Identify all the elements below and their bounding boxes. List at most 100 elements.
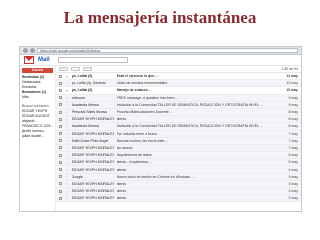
email-sender: EDGAR YEXPH MORALES S [71, 131, 114, 136]
star-icon[interactable]: ☆ [65, 181, 69, 186]
row-checkbox[interactable] [59, 96, 62, 100]
row-checkbox[interactable] [59, 168, 62, 172]
row-checkbox[interactable] [59, 132, 62, 136]
email-date: 9 may [288, 95, 298, 100]
row-checkbox[interactable] [59, 196, 62, 200]
email-subject: Video de sonidos instrumentales [116, 81, 168, 86]
email-subject: atento [116, 181, 127, 186]
email-subject: Nuevo inicio de sesión en Chrome en Wind… [116, 174, 194, 179]
row-checkbox[interactable] [59, 189, 62, 193]
row-checkbox[interactable] [59, 153, 62, 157]
gmail-logo-icon [24, 56, 34, 64]
row-checkbox[interactable] [59, 124, 62, 128]
search-input[interactable] [57, 57, 128, 63]
email-sender: Google [71, 174, 83, 179]
email-date: 2 may [288, 189, 298, 194]
email-row[interactable]: ☆ yo, Lolita (2) Manejo de enlaces ... 10 m… [56, 87, 301, 95]
row-checkbox[interactable] [59, 103, 62, 107]
email-row[interactable]: ☆ EDGAR YEXPH MORALES Satento 8 may [56, 116, 301, 124]
more-button[interactable] [83, 67, 92, 71]
email-sender: Academia Monsa [71, 124, 99, 129]
star-icon[interactable]: ☆ [65, 124, 69, 129]
email-row[interactable]: ☆ yo, Lolita (4), Gerardo Video de sonidos… [56, 80, 301, 88]
gmail-header: Mail [20, 55, 301, 66]
row-checkbox[interactable] [59, 81, 62, 85]
star-icon[interactable]: ☆ [65, 88, 69, 93]
star-icon[interactable]: ☆ [65, 160, 69, 165]
star-icon[interactable]: ☆ [65, 189, 69, 194]
email-row[interactable]: ☆ EDGAR YEXPH MORALES Satento 3 may [56, 180, 301, 188]
row-checkbox[interactable] [59, 175, 62, 179]
email-date: 3 may [288, 181, 298, 186]
email-row[interactable]: ☆ Academia Monsa Invitación a la Comunidad… [56, 101, 301, 109]
row-checkbox[interactable] [59, 88, 62, 92]
email-row[interactable]: ☆ EDGAR YEXPH MORALES Satento 2 may [56, 188, 301, 196]
email-row[interactable]: ☆ yo, Lolita (2) Está el ejercicio lo que … [56, 73, 301, 81]
back-icon[interactable] [23, 48, 28, 53]
email-sender: Personal Sales Monsa [71, 110, 107, 115]
compose-button[interactable]: Correo [22, 68, 53, 73]
email-sender: cnttourer [71, 95, 86, 100]
star-icon[interactable]: ☆ [65, 196, 69, 201]
email-row[interactable]: ☆ Academia Monsa Invitación a la Comunidad… [56, 123, 301, 131]
email-row[interactable]: ☆ Google Nuevo inicio de sesión en Chrome … [56, 173, 301, 181]
email-date: 5 may [288, 160, 298, 165]
row-checkbox[interactable] [59, 74, 62, 78]
email-row[interactable]: ☆ EDGAR YEXPH MORALES Satento 2 may [56, 195, 301, 203]
star-icon[interactable]: ☆ [65, 102, 69, 107]
star-icon[interactable]: ☆ [65, 167, 69, 172]
email-row[interactable]: ☆ Personal Sales Monsa Proceso Matriculaci… [56, 108, 301, 117]
email-date: 7 may [288, 138, 298, 143]
email-sender: yo, Lolita (2) [71, 88, 93, 93]
star-icon[interactable]: ☆ [65, 95, 69, 100]
email-subject: Buenas noches, les envío este ... [116, 138, 169, 143]
email-sender: yo, Lolita (4), Gerardo [71, 81, 106, 86]
email-date: 7 may [288, 145, 298, 150]
email-sender: Academia Monsa [71, 102, 99, 107]
pagination-count: 1-50 de 94 [281, 67, 298, 71]
email-sender: EDGAR YEXPH MORALES S [71, 167, 114, 172]
sidebar: Correo Recibidos (2) Destacados Enviados… [20, 66, 56, 211]
email-row[interactable]: ☆ EDGAR YEXPH MORALES Satento 4 may [56, 166, 301, 174]
row-checkbox[interactable] [59, 139, 62, 143]
email-subject: Invitación a la Comunidad TALLER DE SEMÁ… [116, 124, 263, 129]
email-row[interactable]: ☆ Edith Dulce Pinto Angel Buenas noches, l… [56, 137, 301, 145]
email-subject: atento [116, 189, 127, 194]
address-bar[interactable]: https://mail.google.com/mail/u/0/#inbox [37, 48, 298, 53]
chat-contact[interactable]: julian durate... [22, 134, 53, 139]
star-icon[interactable]: ☆ [65, 145, 69, 150]
row-checkbox[interactable] [59, 146, 62, 150]
star-icon[interactable]: ☆ [65, 81, 69, 86]
email-sender: EDGAR YEXPH MORALES S [71, 181, 114, 186]
email-sender: EDGAR YEXPH MORALES S [71, 145, 114, 150]
star-icon[interactable]: ☆ [65, 153, 69, 158]
star-icon[interactable]: ☆ [65, 110, 69, 115]
email-row[interactable]: ☆ EDGAR YEXPH MORALES S Fw: saludos entre … [56, 130, 301, 138]
row-checkbox[interactable] [59, 110, 62, 114]
mail-toolbar: 1-50 de 94 [56, 66, 301, 73]
star-icon[interactable]: ☆ [65, 138, 69, 143]
sidebar-item-more[interactable]: Más [22, 95, 53, 100]
email-subject: atento [116, 117, 127, 122]
select-all-button[interactable] [59, 67, 68, 71]
email-sender: EDGAR YEXPH MORALES S [71, 117, 114, 122]
email-date: 7 may [288, 131, 298, 136]
row-checkbox[interactable] [59, 160, 62, 164]
email-rows: ☆ yo, Lolita (2) Está el ejercicio lo que … [56, 73, 301, 203]
email-row[interactable]: ☆ cnttourer FREE message: a question has b… [56, 94, 301, 102]
email-row[interactable]: ☆ EDGAR YEXPH MORALES S Arquitecturas de d… [56, 152, 301, 160]
forward-icon[interactable] [30, 48, 35, 53]
row-checkbox[interactable] [59, 182, 62, 186]
email-row[interactable]: ☆ EDGAR YEXPH MORALES Satento - Arquitect… [56, 159, 301, 167]
email-date: 10 may [286, 81, 298, 86]
star-icon[interactable]: ☆ [65, 131, 69, 136]
star-icon[interactable]: ☆ [65, 117, 69, 122]
star-icon[interactable]: ☆ [65, 174, 69, 179]
email-date: 8 may [288, 117, 298, 122]
row-checkbox[interactable] [59, 117, 62, 121]
email-sender: EDGAR YEXPH MORALES S [71, 160, 114, 165]
star-icon[interactable]: ☆ [65, 74, 69, 79]
email-row[interactable]: ☆ EDGAR YEXPH MORALES Ssin asunto 7 may [56, 144, 301, 153]
email-sender: EDGAR YEXPH MORALES S [71, 153, 114, 158]
refresh-button[interactable] [71, 67, 80, 71]
